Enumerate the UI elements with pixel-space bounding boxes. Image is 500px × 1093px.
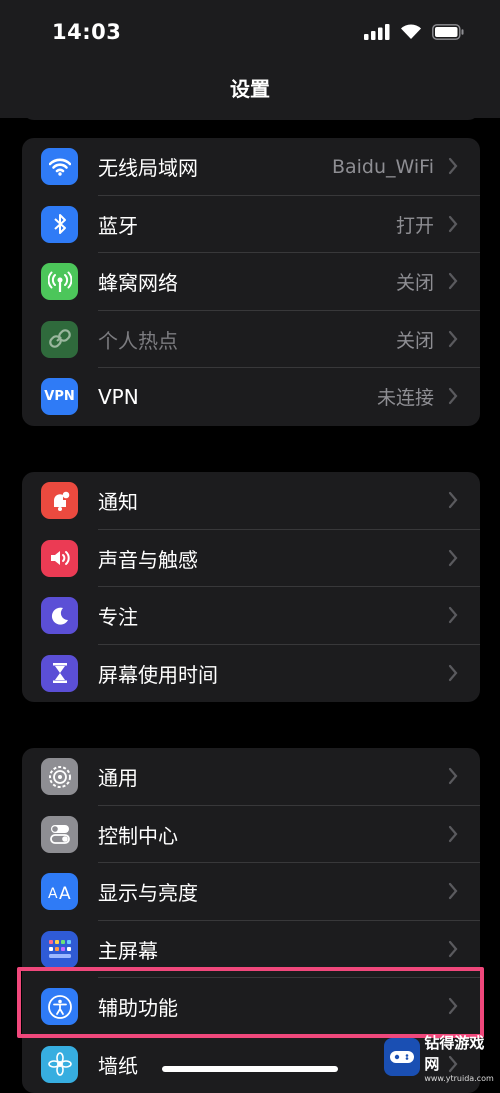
wifi-status-icon (400, 24, 422, 40)
sounds-label: 声音与触感 (98, 544, 198, 573)
hotspot-icon (41, 321, 78, 358)
svg-text:A: A (59, 884, 71, 901)
screen-time-label: 屏幕使用时间 (98, 659, 218, 688)
control-center-row[interactable]: 控制中心 (22, 806, 480, 864)
chevron-right-icon (448, 157, 458, 175)
display-icon: AA (41, 873, 78, 910)
bluetooth-label: 蓝牙 (98, 210, 138, 239)
chevron-right-icon (448, 825, 458, 843)
chevron-right-icon (448, 330, 458, 348)
signal-icon (364, 24, 390, 40)
chevron-right-icon (448, 606, 458, 624)
bluetooth-icon (41, 206, 78, 243)
network-group: 无线局域网 Baidu_WiFi 蓝牙 打开 蜂窝网络 关闭 (22, 138, 480, 426)
home-screen-label: 主屏幕 (98, 935, 158, 964)
hourglass-icon (41, 655, 78, 692)
watermark-title: 钻得游戏网 (424, 1032, 496, 1074)
notifications-label: 通知 (98, 486, 138, 515)
chevron-right-icon (448, 272, 458, 290)
hotspot-row[interactable]: 个人热点 关闭 (22, 311, 480, 369)
screen-time-row[interactable]: 屏幕使用时间 (22, 645, 480, 703)
page-title: 设置 (0, 60, 500, 118)
hotspot-label: 个人热点 (98, 325, 178, 354)
vpn-value: 未连接 (377, 383, 434, 410)
cellular-row[interactable]: 蜂窝网络 关闭 (22, 253, 480, 311)
cellular-label: 蜂窝网络 (98, 267, 178, 296)
bluetooth-row[interactable]: 蓝牙 打开 (22, 196, 480, 254)
notification-group: 通知 声音与触感 专注 屏幕使用时间 (22, 472, 480, 702)
watermark-url: www.ytruida.com (424, 1074, 496, 1083)
display-row[interactable]: AA 显示与亮度 (22, 863, 480, 921)
battery-icon (432, 24, 464, 40)
wallpaper-icon (41, 1046, 78, 1083)
watermark: 钻得游戏网 www.ytruida.com (384, 1032, 496, 1082)
home-indicator[interactable] (162, 1066, 338, 1072)
nav-bar: 设置 (0, 60, 500, 118)
vpn-row[interactable]: VPN VPN 未连接 (22, 368, 480, 426)
wifi-label: 无线局域网 (98, 152, 198, 181)
moon-icon (41, 597, 78, 634)
chevron-right-icon (448, 940, 458, 958)
wallpaper-label: 墙纸 (98, 1050, 138, 1079)
watermark-logo-icon (384, 1038, 420, 1076)
vpn-icon-text: VPN (44, 389, 74, 404)
chevron-right-icon (448, 882, 458, 900)
vpn-icon: VPN (41, 378, 78, 415)
wifi-icon (41, 148, 78, 185)
status-time: 14:03 (52, 20, 121, 44)
notification-icon (41, 482, 78, 519)
accessibility-highlight-box (17, 967, 484, 1038)
wifi-row[interactable]: 无线局域网 Baidu_WiFi (22, 138, 480, 196)
vpn-label: VPN (98, 385, 139, 409)
chevron-right-icon (448, 664, 458, 682)
wifi-value: Baidu_WiFi (332, 156, 434, 178)
general-label: 通用 (98, 762, 138, 791)
home-screen-icon (41, 931, 78, 968)
display-label: 显示与亮度 (98, 877, 198, 906)
sound-icon (41, 540, 78, 577)
hotspot-value: 关闭 (396, 326, 434, 353)
general-row[interactable]: 通用 (22, 748, 480, 806)
chevron-right-icon (448, 549, 458, 567)
svg-text:A: A (48, 886, 58, 901)
chevron-right-icon (448, 767, 458, 785)
cellular-icon (41, 263, 78, 300)
bluetooth-value: 打开 (396, 211, 434, 238)
chevron-right-icon (448, 387, 458, 405)
chevron-right-icon (448, 491, 458, 509)
cellular-value: 关闭 (396, 268, 434, 295)
status-bar: 14:03 (0, 0, 500, 60)
focus-label: 专注 (98, 601, 138, 630)
gear-icon (41, 758, 78, 795)
chevron-right-icon (448, 215, 458, 233)
control-center-label: 控制中心 (98, 820, 178, 849)
notifications-row[interactable]: 通知 (22, 472, 480, 530)
focus-row[interactable]: 专注 (22, 587, 480, 645)
sounds-row[interactable]: 声音与触感 (22, 530, 480, 588)
control-center-icon (41, 816, 78, 853)
settings-scroll[interactable]: 无线局域网 Baidu_WiFi 蓝牙 打开 蜂窝网络 关闭 (0, 0, 500, 1082)
